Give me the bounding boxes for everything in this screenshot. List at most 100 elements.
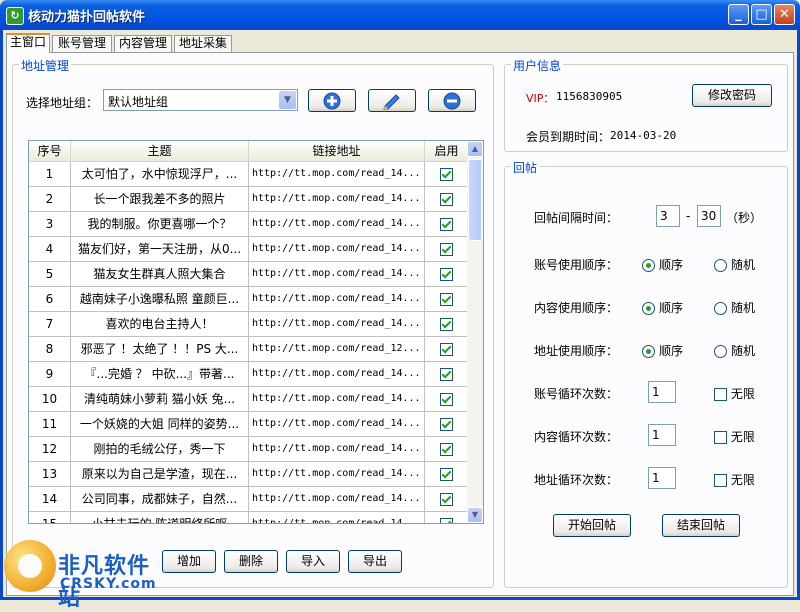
minimize-button[interactable]: _ [728,4,749,25]
column-header-title[interactable]: 主题 [71,141,249,161]
enabled-checkbox[interactable] [440,368,453,381]
row-number: 15 [29,512,71,523]
enabled-checkbox[interactable] [440,443,453,456]
checkbox-icon[interactable] [714,474,727,487]
maximize-button[interactable]: □ [751,4,772,25]
row-title: 猫友们好，第一天注册，从0... [71,237,249,261]
enabled-checkbox[interactable] [440,168,453,181]
tab-content-management[interactable]: 内容管理 [114,35,172,52]
interval-unit: （秒） [726,211,763,225]
change-password-button[interactable]: 修改密码 [692,84,772,107]
enabled-checkbox[interactable] [440,518,453,523]
address-group-selected: 默认地址组 [108,95,169,109]
tab-account-management[interactable]: 账号管理 [52,35,112,52]
stop-reply-button[interactable]: 结束回帖 [662,514,740,537]
address-order-sequential[interactable]: 顺序 [642,342,683,359]
account-loop-unlimited[interactable]: 无限 [714,385,755,402]
address-group-select[interactable]: 默认地址组 ▼ [103,89,298,111]
table-row[interactable]: 11 一个妖娆的大姐 同样的姿势... http://tt.mop.com/read… [29,412,469,437]
export-button[interactable]: 导出 [348,550,402,573]
enabled-checkbox[interactable] [440,493,453,506]
checkbox-icon[interactable] [714,431,727,444]
crsky-watermark: 非凡软件站 CRSKY.com [4,540,164,611]
table-row[interactable]: 10 清纯萌妹小萝莉 猫小妖 兔... http://tt.mop.com/read… [29,387,469,412]
row-enabled-cell [425,387,469,411]
enabled-checkbox[interactable] [440,318,453,331]
row-title: 猫友女生群真人照大集合 [71,262,249,286]
table-row[interactable]: 9 『...完婚 ？ 中砍...』带著... http://tt.mop.com/r… [29,362,469,387]
table-row[interactable]: 15 ...小甘去玩的 陈道明终所呕... http://tt.mop.com/re… [29,512,469,523]
content-order-sequential[interactable]: 顺序 [642,299,683,316]
table-row[interactable]: 2 长一个跟我差不多的照片 http://tt.mop.com/read_14... [29,187,469,212]
radio-selected-icon[interactable] [642,345,655,358]
row-title: ...小甘去玩的 陈道明终所呕... [71,512,249,523]
content-loop-input[interactable]: 1 [648,424,676,446]
enabled-checkbox[interactable] [440,218,453,231]
radio-empty-icon[interactable] [714,259,727,272]
title-bar[interactable]: ↻ 核动力猫扑回帖软件 _ □ ✕ [0,0,800,30]
table-header: 序号 主题 链接地址 启用 [29,141,469,162]
scroll-up-icon[interactable]: ▲ [467,141,483,157]
row-enabled-cell [425,362,469,386]
account-order-sequential[interactable]: 顺序 [642,256,683,273]
pencil-icon [383,93,400,109]
interval-max-input[interactable]: 30 [697,205,721,227]
address-order-random[interactable]: 随机 [714,342,755,359]
table-row[interactable]: 1 太可怕了，水中惊现浮尸，... http://tt.mop.com/read_1… [29,162,469,187]
radio-selected-icon[interactable] [642,302,655,315]
window-title: 核动力猫扑回帖软件 [28,10,146,25]
enabled-checkbox[interactable] [440,418,453,431]
tab-main-window[interactable]: 主窗口 [6,33,50,53]
row-url: http://tt.mop.com/read_14... [249,187,425,211]
enabled-checkbox[interactable] [440,243,453,256]
enabled-checkbox[interactable] [440,193,453,206]
column-header-url[interactable]: 链接地址 [249,141,425,161]
enabled-checkbox[interactable] [440,468,453,481]
row-number: 5 [29,262,71,286]
table-row[interactable]: 13 原来以为自己是学渣，现在... http://tt.mop.com/read_… [29,462,469,487]
close-button[interactable]: ✕ [774,4,795,25]
row-title: 原来以为自己是学渣，现在... [71,462,249,486]
table-row[interactable]: 7 喜欢的电台主持人！ http://tt.mop.com/read_14... [29,312,469,337]
table-row[interactable]: 5 猫友女生群真人照大集合 http://tt.mop.com/read_14... [29,262,469,287]
radio-empty-icon[interactable] [714,345,727,358]
table-scrollbar[interactable]: ▲ ▼ [467,141,483,523]
table-row[interactable]: 14 公司同事，成都妹子，自然... http://tt.mop.com/read_… [29,487,469,512]
radio-empty-icon[interactable] [714,302,727,315]
address-loop-input[interactable]: 1 [648,467,676,489]
address-table[interactable]: 序号 主题 链接地址 启用 1 太可怕了，水中惊现浮尸，... http://tt.… [28,140,484,524]
interval-min-input[interactable]: 3 [656,205,680,227]
enabled-checkbox[interactable] [440,393,453,406]
scrollbar-thumb[interactable] [468,159,482,241]
enabled-checkbox[interactable] [440,293,453,306]
row-enabled-cell [425,237,469,261]
table-row[interactable]: 3 我的制服。你更喜哪一个？ http://tt.mop.com/read_14..… [29,212,469,237]
radio-selected-icon[interactable] [642,259,655,272]
column-header-number[interactable]: 序号 [29,141,71,161]
remove-group-button[interactable] [428,89,476,112]
add-address-button[interactable]: 增加 [162,550,216,573]
edit-group-button[interactable] [368,89,416,112]
enabled-checkbox[interactable] [440,343,453,356]
row-number: 10 [29,387,71,411]
import-button[interactable]: 导入 [286,550,340,573]
delete-address-button[interactable]: 删除 [224,550,278,573]
add-group-button[interactable] [308,89,356,112]
address-loop-unlimited[interactable]: 无限 [714,471,755,488]
start-reply-button[interactable]: 开始回帖 [553,514,631,537]
account-loop-input[interactable]: 1 [648,381,676,403]
column-header-enabled[interactable]: 启用 [425,141,469,161]
tab-address-collection[interactable]: 地址采集 [174,35,232,52]
enabled-checkbox[interactable] [440,268,453,281]
account-order-random[interactable]: 随机 [714,256,755,273]
table-row[interactable]: 6 越南妹子小逸曝私照 童颜巨... http://tt.mop.com/read_… [29,287,469,312]
checkbox-icon[interactable] [714,388,727,401]
table-row[interactable]: 12 刚拍的毛绒公仔，秀一下 http://tt.mop.com/read_14..… [29,437,469,462]
content-loop-unlimited[interactable]: 无限 [714,428,755,445]
chevron-down-icon[interactable]: ▼ [279,91,296,109]
content-order-random[interactable]: 随机 [714,299,755,316]
row-title: 我的制服。你更喜哪一个？ [71,212,249,236]
table-row[interactable]: 4 猫友们好，第一天注册，从0... http://tt.mop.com/read_… [29,237,469,262]
scroll-down-icon[interactable]: ▼ [467,507,483,523]
table-row[interactable]: 8 邪恶了 ！太绝了 ！！PS 大... http://tt.mop.com/rea… [29,337,469,362]
